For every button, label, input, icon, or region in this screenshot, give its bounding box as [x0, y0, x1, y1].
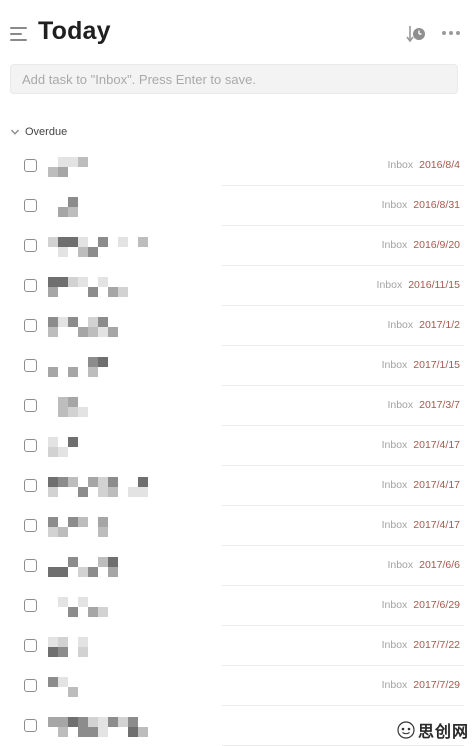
- watermark: 思创网: [392, 716, 472, 744]
- task-title-redacted[interactable]: [48, 157, 158, 179]
- task-row[interactable]: Inbox 2017/6/29: [0, 586, 476, 626]
- task-checkbox[interactable]: [24, 439, 37, 452]
- task-checkbox[interactable]: [24, 559, 37, 572]
- section-label: Overdue: [25, 126, 68, 138]
- task-checkbox[interactable]: [24, 359, 37, 372]
- task-checkbox[interactable]: [24, 239, 37, 252]
- task-checkbox[interactable]: [24, 279, 37, 292]
- task-checkbox[interactable]: [24, 159, 37, 172]
- task-title-redacted[interactable]: [48, 237, 158, 259]
- task-project-label[interactable]: Inbox: [382, 679, 408, 691]
- task-title-redacted[interactable]: [48, 317, 158, 339]
- task-meta: Inbox 2017/3/7: [387, 399, 460, 411]
- task-due-date[interactable]: 2017/7/22: [413, 639, 460, 651]
- task-meta: Inbox 2016/8/4: [387, 159, 460, 171]
- task-checkbox[interactable]: [24, 399, 37, 412]
- task-due-date[interactable]: 2016/8/4: [419, 159, 460, 171]
- task-meta: Inbox 2017/1/15: [382, 359, 460, 371]
- task-title-redacted[interactable]: [48, 357, 158, 379]
- more-horizontal-icon[interactable]: [440, 25, 462, 41]
- task-due-date[interactable]: 2017/3/7: [419, 399, 460, 411]
- task-checkbox[interactable]: [24, 479, 37, 492]
- section-header-overdue[interactable]: Overdue: [10, 124, 67, 140]
- task-project-label[interactable]: Inbox: [382, 479, 408, 491]
- task-title-redacted[interactable]: [48, 437, 158, 459]
- task-due-date[interactable]: 2017/4/17: [413, 479, 460, 491]
- task-row[interactable]: Inbox 2017/3/7: [0, 386, 476, 426]
- task-checkbox[interactable]: [24, 199, 37, 212]
- task-title-redacted[interactable]: [48, 597, 158, 619]
- task-due-date[interactable]: 2017/7/29: [413, 679, 460, 691]
- task-due-date[interactable]: 2017/6/29: [413, 599, 460, 611]
- task-list: Inbox 2016/8/4 Inbox 2016/8/31 Inbox 2016/9/2…: [0, 146, 476, 746]
- task-project-label[interactable]: Inbox: [377, 279, 403, 291]
- task-due-date[interactable]: 2016/11/15: [408, 279, 460, 291]
- task-project-label[interactable]: Inbox: [382, 599, 408, 611]
- task-title-redacted[interactable]: [48, 637, 158, 659]
- task-checkbox[interactable]: [24, 519, 37, 532]
- task-project-label[interactable]: Inbox: [387, 159, 413, 171]
- task-checkbox[interactable]: [24, 639, 37, 652]
- task-row[interactable]: Inbox 2016/9/20: [0, 226, 476, 266]
- task-checkbox[interactable]: [24, 599, 37, 612]
- chevron-down-icon: [11, 129, 19, 135]
- task-checkbox[interactable]: [24, 719, 37, 732]
- task-meta: Inbox 2017/4/17: [382, 519, 460, 531]
- task-row[interactable]: Inbox 2017/4/17: [0, 506, 476, 546]
- task-meta: Inbox 2017/6/6: [387, 559, 460, 571]
- task-row[interactable]: Inbox 2017/6/6: [0, 546, 476, 586]
- page-title: Today: [38, 17, 111, 45]
- task-checkbox[interactable]: [24, 679, 37, 692]
- task-title-redacted[interactable]: [48, 397, 158, 419]
- task-meta: Inbox 2017/4/17: [382, 439, 460, 451]
- task-title-redacted[interactable]: [48, 677, 158, 699]
- task-row[interactable]: Inbox 2017/1/15: [0, 346, 476, 386]
- task-row[interactable]: Inbox 2017/1/2: [0, 306, 476, 346]
- task-meta: Inbox 2017/7/22: [382, 639, 460, 651]
- task-project-label[interactable]: Inbox: [387, 399, 413, 411]
- task-title-redacted[interactable]: [48, 197, 158, 219]
- task-row[interactable]: Inbox 2017/4/17: [0, 466, 476, 506]
- task-due-date[interactable]: 2016/9/20: [413, 239, 460, 251]
- task-due-date[interactable]: 2017/6/6: [419, 559, 460, 571]
- task-project-label[interactable]: Inbox: [382, 439, 408, 451]
- task-row[interactable]: Inbox 2017/7/29: [0, 666, 476, 706]
- task-project-label[interactable]: Inbox: [382, 239, 408, 251]
- task-project-label[interactable]: Inbox: [387, 319, 413, 331]
- task-project-label[interactable]: Inbox: [382, 199, 408, 211]
- task-row[interactable]: Inbox 2016/11/15: [0, 266, 476, 306]
- task-meta: Inbox 2016/8/31: [382, 199, 460, 211]
- add-task-input[interactable]: [10, 64, 458, 94]
- task-project-label[interactable]: Inbox: [382, 639, 408, 651]
- task-row[interactable]: Inbox 2017/4/17: [0, 426, 476, 466]
- task-title-redacted[interactable]: [48, 717, 158, 739]
- sort-clock-icon[interactable]: [405, 24, 427, 44]
- watermark-text: 思创网: [417, 722, 469, 741]
- task-checkbox[interactable]: [24, 319, 37, 332]
- task-due-date[interactable]: 2017/4/17: [413, 519, 460, 531]
- task-meta: Inbox 2017/7/29: [382, 679, 460, 691]
- task-due-date[interactable]: 2017/1/2: [419, 319, 460, 331]
- task-title-redacted[interactable]: [48, 477, 158, 499]
- task-row[interactable]: Inbox 2016/8/4: [0, 146, 476, 186]
- task-project-label[interactable]: Inbox: [387, 559, 413, 571]
- task-meta: Inbox 2016/11/15: [377, 279, 460, 291]
- task-meta: Inbox 2017/1/2: [387, 319, 460, 331]
- task-meta: Inbox 2017/6/29: [382, 599, 460, 611]
- task-project-label[interactable]: Inbox: [382, 359, 408, 371]
- task-title-redacted[interactable]: [48, 557, 158, 579]
- task-due-date[interactable]: 2016/8/31: [413, 199, 460, 211]
- task-due-date[interactable]: 2017/1/15: [413, 359, 460, 371]
- task-title-redacted[interactable]: [48, 517, 158, 539]
- app-header: Today: [0, 0, 476, 62]
- task-meta: Inbox 2016/9/20: [382, 239, 460, 251]
- hamburger-menu-icon[interactable]: [10, 27, 27, 41]
- task-meta: Inbox 2017/4/17: [382, 479, 460, 491]
- task-project-label[interactable]: Inbox: [382, 519, 408, 531]
- task-row[interactable]: Inbox 2017/7/22: [0, 626, 476, 666]
- task-row[interactable]: Inbox 2016/8/31: [0, 186, 476, 226]
- task-title-redacted[interactable]: [48, 277, 158, 299]
- watermark-logo-icon: [397, 721, 415, 739]
- task-due-date[interactable]: 2017/4/17: [413, 439, 460, 451]
